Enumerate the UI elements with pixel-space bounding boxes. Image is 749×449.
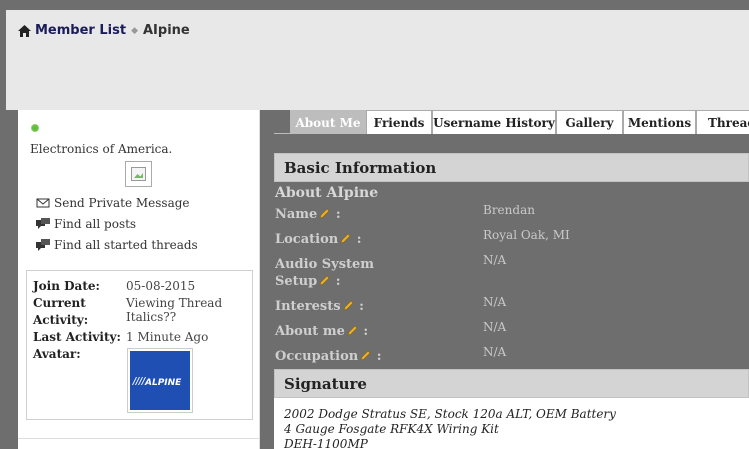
tab-gallery[interactable]: Gallery [556,110,623,134]
interests-value: N/A [483,295,507,309]
pencil-icon[interactable] [340,232,351,244]
tab-friends[interactable]: Friends [366,110,432,134]
send-private-message-link[interactable]: Send Private Message [36,192,198,213]
tab-username-history[interactable]: Username History [432,110,556,134]
pencil-icon[interactable] [343,299,354,311]
signature-body: 2002 Dodge Stratus SE, Stock 120a ALT, O… [274,398,749,449]
location-value: Royal Oak, MI [483,228,570,242]
breadcrumb-member-list-link[interactable]: Member List [35,23,126,38]
interests-label: Interests : [275,299,364,314]
location-label: Location : [275,232,362,247]
occupation-label: Occupation : [275,349,382,364]
breadcrumb: Member List ◆ AIpine [18,23,190,38]
breadcrumb-bar: Member List ◆ AIpine [6,10,749,110]
last-activity-label: Last Activity: [33,330,121,344]
about-title: About AIpine [275,185,379,201]
pencil-icon[interactable] [319,274,330,286]
divider [18,438,260,439]
current-activity-label: Current [33,296,86,310]
posts-icon [36,217,50,230]
occupation-value: N/A [483,345,507,359]
current-activity-thread-link[interactable]: Italics?? [126,309,176,326]
send-private-message-label: Send Private Message [54,195,190,210]
svg-text:ALPINE: ALPINE [144,378,182,388]
about-me-value: N/A [483,320,507,334]
tab-about-me[interactable]: About Me [290,110,366,134]
broken-image-icon [125,161,152,187]
find-all-started-threads-label: Find all started threads [54,237,198,252]
current-activity-label-cont: Activity: [33,313,89,327]
signature-line: 4 Gauge Fosgate RFK4X Wiring Kit [284,422,499,436]
basic-information-header: Basic Information [274,153,749,182]
join-date-value: 05-08-2015 [126,279,196,293]
tab-mentions[interactable]: Mentions [623,110,696,134]
find-all-posts-link[interactable]: Find all posts [36,213,198,234]
profile-sidebar: Electronics of America. Send Private Mes… [18,110,260,449]
find-all-posts-label: Find all posts [54,216,137,231]
chevron-right-icon: ◆ [131,25,138,36]
pencil-icon[interactable] [360,349,371,361]
signature-line: DEH-1100MP [284,437,368,449]
audio-system-label: Audio System Setup : [275,257,375,289]
member-stats: Join Date: 05-08-2015 Current Activity: … [26,270,253,420]
tab-threads[interactable]: Thread [696,110,749,134]
online-status-icon [31,124,39,132]
last-activity-value: 1 Minute Ago [126,330,209,344]
avatar-label: Avatar: [33,347,81,361]
pencil-icon[interactable] [319,207,330,219]
name-value: Brendan [483,203,535,217]
about-me-label: About me : [275,324,369,339]
audio-system-value: N/A [483,253,507,267]
envelope-icon [36,197,50,209]
threads-icon [36,238,50,251]
signature-header: Signature [274,369,749,398]
name-label: Name : [275,207,341,222]
profile-tabs: About Me Friends Username History Galler… [274,110,749,134]
find-all-started-threads-link[interactable]: Find all started threads [36,234,198,255]
profile-actions: Send Private Message Find all posts Find… [36,192,198,255]
avatar: ALPINE [127,348,193,413]
join-date-label: Join Date: [33,279,100,293]
user-title: Electronics of America. [30,142,173,156]
pencil-icon[interactable] [347,324,358,336]
home-icon[interactable] [18,24,31,37]
alpine-logo: ALPINE [130,351,190,410]
breadcrumb-current: AIpine [142,23,190,38]
signature-line: 2002 Dodge Stratus SE, Stock 120a ALT, O… [284,407,616,421]
